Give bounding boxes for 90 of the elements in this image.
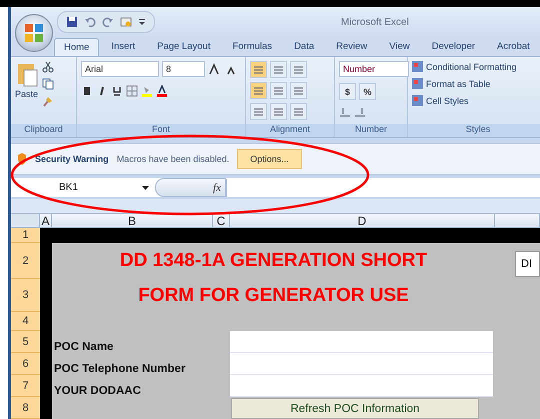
align-lines-icon xyxy=(294,107,303,116)
align-button[interactable] xyxy=(290,82,307,100)
bold-icon xyxy=(81,85,93,98)
fill-color-icon xyxy=(141,85,153,98)
group-label: Font xyxy=(77,124,245,138)
column-header[interactable]: A xyxy=(40,214,52,228)
input-field[interactable] xyxy=(230,353,493,375)
row-header[interactable]: 1 xyxy=(11,228,40,243)
form-title: FORM FOR GENERATOR USE xyxy=(137,284,410,308)
shield-icon xyxy=(17,153,27,166)
font-color-icon xyxy=(156,85,168,98)
ribbon-tab[interactable]: Insert xyxy=(101,37,146,56)
form-title: DD 1348-1A GENERATION SHORT xyxy=(118,249,428,273)
number-format-field[interactable]: Number xyxy=(339,61,409,78)
styles-icon xyxy=(412,61,423,72)
align-lines-icon xyxy=(294,65,303,74)
styles-menu-item[interactable]: Conditional Formatting xyxy=(412,61,517,72)
font-name-field[interactable]: Arial xyxy=(81,61,159,78)
paste-label[interactable]: Paste xyxy=(15,89,38,100)
align-button[interactable] xyxy=(250,103,267,120)
undo-icon xyxy=(84,16,96,28)
group-label: Styles xyxy=(408,124,540,138)
underline-icon xyxy=(111,85,123,98)
office-button[interactable] xyxy=(15,14,53,52)
group-label: Alignment xyxy=(246,124,334,138)
caret-icon xyxy=(142,186,149,190)
save-icon xyxy=(66,16,78,28)
ribbon-tab[interactable]: View xyxy=(379,37,420,56)
scissors-icon xyxy=(42,61,54,74)
ribbon-tab[interactable]: Developer xyxy=(422,37,486,56)
ribbon-tab[interactable]: Acrobat xyxy=(487,37,540,56)
options-button[interactable]: Options... xyxy=(237,149,302,170)
ribbon-tab[interactable]: Review xyxy=(326,37,378,56)
align-lines-icon xyxy=(254,107,263,116)
ribbon-tab[interactable]: Data xyxy=(284,37,324,56)
column-header[interactable]: C xyxy=(213,214,230,228)
column-header[interactable]: D xyxy=(230,214,495,228)
row-header[interactable]: 7 xyxy=(11,375,40,397)
print-preview-icon xyxy=(120,16,132,28)
align-button[interactable] xyxy=(270,82,287,100)
align-button[interactable] xyxy=(270,61,287,78)
align-button[interactable] xyxy=(250,82,267,100)
ribbon-tab[interactable]: Formulas xyxy=(222,37,282,56)
paste-icon xyxy=(16,61,38,88)
insert-function-button[interactable]: fx xyxy=(155,178,226,197)
align-lines-icon xyxy=(254,86,263,96)
align-button[interactable] xyxy=(270,103,287,120)
field-label: YOUR DODAAC xyxy=(53,384,142,397)
styles-menu-item[interactable]: Format as Table xyxy=(412,78,517,90)
align-lines-icon xyxy=(294,86,303,96)
ribbon-tab[interactable]: Page Layout xyxy=(147,37,220,56)
row-header[interactable]: 2 xyxy=(11,243,40,279)
input-field[interactable] xyxy=(230,331,493,353)
percent-button[interactable]: % xyxy=(359,83,376,100)
row-header[interactable]: 6 xyxy=(11,353,40,375)
refresh-button[interactable]: Refresh POC Information xyxy=(231,398,479,419)
styles-menu-item[interactable]: Cell Styles xyxy=(412,95,517,106)
decrease-decimal-icon xyxy=(354,106,366,118)
increase-decimal-icon xyxy=(339,106,351,118)
field-label: POC Name xyxy=(53,340,114,353)
align-button[interactable] xyxy=(290,103,307,120)
align-button[interactable] xyxy=(290,61,307,78)
redo-icon xyxy=(102,16,114,28)
font-size-field[interactable]: 8 xyxy=(162,61,205,78)
field-label: POC Telephone Number xyxy=(53,362,186,375)
window-title: Microsoft Excel xyxy=(341,17,409,28)
copy-icon xyxy=(42,78,54,90)
row-header[interactable]: 4 xyxy=(11,312,40,331)
ribbon-tab[interactable]: Home xyxy=(54,38,100,56)
currency-button[interactable]: $ xyxy=(339,83,356,100)
group-label: Clipboard xyxy=(11,124,76,138)
group-label: Number xyxy=(335,124,407,138)
security-warning-message: Macros have been disabled. xyxy=(116,154,230,164)
align-lines-icon xyxy=(274,86,283,96)
align-lines-icon xyxy=(274,65,283,74)
security-warning-title: Security Warning xyxy=(35,154,109,164)
row-header[interactable]: 3 xyxy=(11,279,40,312)
borders-icon xyxy=(126,85,138,98)
styles-icon xyxy=(412,95,423,106)
side-field[interactable]: DI xyxy=(515,251,540,277)
column-header[interactable]: B xyxy=(52,214,213,228)
align-button[interactable] xyxy=(250,61,267,78)
row-header[interactable]: 5 xyxy=(11,331,40,353)
office-logo-icon xyxy=(24,23,44,43)
align-lines-icon xyxy=(274,107,283,116)
align-lines-icon xyxy=(254,65,263,74)
input-field[interactable] xyxy=(230,375,493,397)
brush-icon xyxy=(42,95,54,108)
row-header[interactable]: 8 xyxy=(11,397,40,419)
styles-icon xyxy=(412,78,423,90)
